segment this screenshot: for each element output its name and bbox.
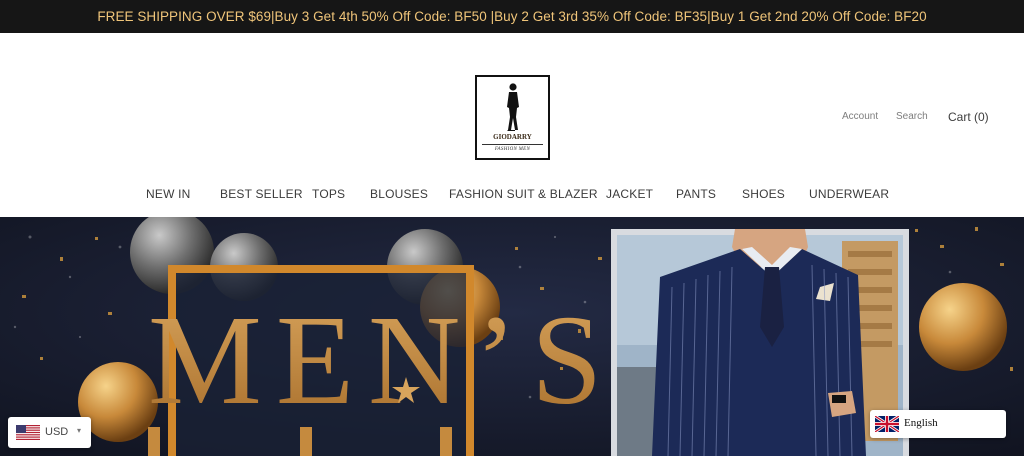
chevron-down-icon: ▾	[77, 426, 82, 435]
language-name: English	[904, 417, 938, 429]
nav-item-new-in[interactable]: NEW IN	[146, 187, 191, 201]
model-photo	[611, 229, 909, 456]
announcement-bar: FREE SHIPPING OVER $69|Buy 3 Get 4th 50%…	[0, 0, 1024, 33]
language-selector[interactable]: English	[870, 410, 1006, 438]
currency-selector[interactable]: USD ▾	[8, 417, 91, 448]
main-nav: NEW IN BEST SELLER TOPS BLOUSES FASHION …	[0, 183, 1024, 207]
site-header: GIODARRY FASHION MEN Account Search Cart…	[0, 33, 1024, 217]
hero-headline-graphic: MEN’S	[148, 289, 616, 431]
nav-item-best-seller[interactable]: BEST SELLER	[220, 187, 303, 201]
logo-tagline: FASHION MEN	[494, 147, 531, 152]
nav-item-shoes[interactable]: SHOES	[742, 187, 785, 201]
logo-divider	[482, 144, 543, 145]
account-link[interactable]: Account	[842, 111, 878, 122]
search-link[interactable]: Search	[896, 111, 928, 122]
logo-brand: GIODARRY	[493, 133, 532, 141]
currency-code: USD	[45, 426, 69, 438]
nav-item-underwear[interactable]: UNDERWEAR	[809, 187, 889, 201]
nav-item-jacket[interactable]: JACKET	[606, 187, 653, 201]
man-silhouette-icon	[507, 83, 519, 131]
cart-link[interactable]: Cart (0)	[948, 110, 989, 124]
nav-item-pants[interactable]: PANTS	[676, 187, 716, 201]
nav-item-fashion-suit-blazer[interactable]: FASHION SUIT & BLAZER	[449, 187, 598, 201]
announcement-text: FREE SHIPPING OVER $69|Buy 3 Get 4th 50%…	[97, 9, 927, 24]
uk-flag-icon	[875, 416, 899, 432]
us-flag-icon	[16, 425, 40, 440]
nav-item-tops[interactable]: TOPS	[312, 187, 345, 201]
site-logo[interactable]: GIODARRY FASHION MEN	[475, 75, 550, 160]
nav-item-blouses[interactable]: BLOUSES	[370, 187, 428, 201]
